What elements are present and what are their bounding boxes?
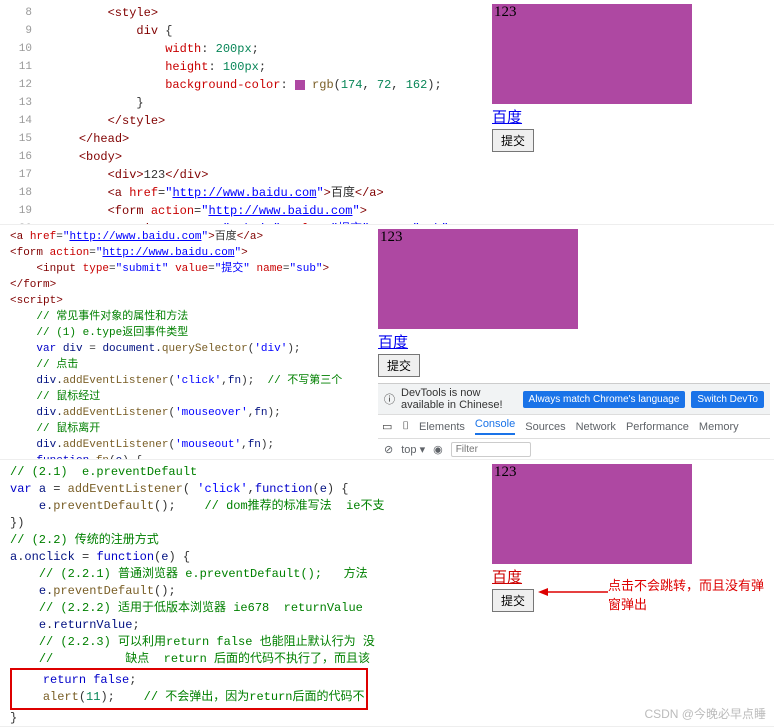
line-number: 14: [0, 112, 50, 130]
line-number: 12: [0, 76, 50, 94]
code-line[interactable]: e.returnValue;: [0, 617, 488, 634]
code-line[interactable]: }): [0, 515, 488, 532]
code-line[interactable]: // 缺点 return 后面的代码不执行了，而且该: [0, 651, 488, 668]
code-line[interactable]: 17 <div>123</div>: [0, 166, 488, 184]
baidu-link[interactable]: 百度: [492, 566, 522, 587]
code-line[interactable]: 12 background-color: rgb(174, 72, 162);: [0, 76, 488, 94]
submit-button[interactable]: 提交: [378, 354, 420, 377]
code-line[interactable]: <script>: [0, 293, 374, 309]
line-number: 9: [0, 22, 50, 40]
line-number: 11: [0, 58, 50, 76]
code-line[interactable]: // (2.2) 传统的注册方式: [0, 532, 488, 549]
code-line[interactable]: a.onclick = function(e) {: [0, 549, 488, 566]
submit-button[interactable]: 提交: [492, 129, 534, 152]
clear-icon[interactable]: ⊘: [384, 443, 393, 456]
code-line[interactable]: div.addEventListener('mouseout',fn);: [0, 437, 374, 453]
code-line[interactable]: // (1) e.type返回事件类型: [0, 325, 374, 341]
tab-network[interactable]: Network: [576, 421, 616, 433]
code-line[interactable]: <form action="http://www.baidu.com">: [0, 245, 374, 261]
baidu-link[interactable]: 百度: [378, 331, 408, 352]
tab-elements[interactable]: Elements: [419, 421, 465, 433]
code-line[interactable]: </form>: [0, 277, 374, 293]
code-line[interactable]: // (2.2.1) 普通浏览器 e.preventDefault(); 方法: [0, 566, 488, 583]
line-number: 19: [0, 202, 50, 220]
tab-sources[interactable]: Sources: [525, 421, 565, 433]
code-line[interactable]: // (2.2.3) 可以利用return false 也能阻止默认行为 没: [0, 634, 488, 651]
submit-button[interactable]: 提交: [492, 589, 534, 612]
colored-div: 123: [378, 229, 578, 329]
devtools-tabs: ▭ ⌷ Elements Console Sources Network Per…: [378, 415, 770, 439]
devtools-banner: ⓘ DevTools is now available in Chinese! …: [378, 384, 770, 415]
code-line[interactable]: // 点击: [0, 357, 374, 373]
watermark: CSDN @今晚必早点睡: [644, 705, 766, 722]
code-editor-1[interactable]: 8 <style>9 div {10 width: 200px;11 heigh…: [0, 0, 488, 224]
code-line[interactable]: var a = addEventListener( 'click',functi…: [0, 481, 488, 498]
line-number: 8: [0, 4, 50, 22]
inspect-icon[interactable]: ▭: [382, 420, 392, 433]
code-line[interactable]: 10 width: 200px;: [0, 40, 488, 58]
line-number: 13: [0, 94, 50, 112]
code-line[interactable]: }: [0, 710, 488, 726]
tab-memory[interactable]: Memory: [699, 421, 739, 433]
highlight-box: return false; alert(11); // 不会弹出，因为retur…: [10, 668, 368, 710]
colored-div: 123: [492, 464, 692, 564]
code-line[interactable]: 18 <a href="http://www.baidu.com">百度</a>: [0, 184, 488, 202]
code-line[interactable]: e.preventDefault();: [0, 583, 488, 600]
switch-devtools-button[interactable]: Switch DevTo: [691, 391, 764, 408]
code-line[interactable]: // 常见事件对象的属性和方法: [0, 309, 374, 325]
context-select[interactable]: top ▾: [401, 443, 425, 456]
browser-preview-3: 123 百度 提交 点击不会跳转，而且没有弹窗弹出: [488, 460, 774, 726]
code-line[interactable]: <a href="http://www.baidu.com">百度</a>: [0, 229, 374, 245]
code-line[interactable]: 16 <body>: [0, 148, 488, 166]
code-line[interactable]: return false;: [14, 672, 364, 689]
line-number: 15: [0, 130, 50, 148]
line-number: 10: [0, 40, 50, 58]
section-1: 8 <style>9 div {10 width: 200px;11 heigh…: [0, 0, 774, 225]
colored-div: 123: [492, 4, 692, 104]
code-line[interactable]: // 鼠标经过: [0, 389, 374, 405]
code-line[interactable]: 14 </style>: [0, 112, 488, 130]
code-line[interactable]: 20 <input type="submit" value="提交" name=…: [0, 220, 488, 224]
eye-icon[interactable]: ◉: [433, 443, 443, 456]
code-line[interactable]: function fn(e) {: [0, 453, 374, 459]
device-icon[interactable]: ⌷: [402, 420, 409, 433]
section-2: <a href="http://www.baidu.com">百度</a><fo…: [0, 225, 774, 460]
code-line[interactable]: // (2.1) e.preventDefault: [0, 464, 488, 481]
line-number: 18: [0, 184, 50, 202]
code-line[interactable]: 8 <style>: [0, 4, 488, 22]
info-icon: ⓘ: [384, 391, 395, 407]
browser-preview-1: 123 百度 提交: [488, 0, 774, 224]
code-line[interactable]: 11 height: 100px;: [0, 58, 488, 76]
code-line[interactable]: 13 }: [0, 94, 488, 112]
code-line[interactable]: 9 div {: [0, 22, 488, 40]
code-line[interactable]: // 鼠标离开: [0, 421, 374, 437]
tab-performance[interactable]: Performance: [626, 421, 689, 433]
code-line[interactable]: e.preventDefault(); // dom推荐的标准写法 ie不支: [0, 498, 488, 515]
match-lang-button[interactable]: Always match Chrome's language: [523, 391, 686, 408]
browser-preview-2: 123 百度 提交 ⓘ DevTools is now available in…: [374, 225, 774, 459]
tab-console[interactable]: Console: [475, 418, 515, 435]
annotation-text: 点击不会跳转，而且没有弹窗弹出: [608, 575, 768, 613]
code-line[interactable]: 19 <form action="http://www.baidu.com">: [0, 202, 488, 220]
line-number: 16: [0, 148, 50, 166]
code-line[interactable]: <input type="submit" value="提交" name="su…: [0, 261, 374, 277]
code-line[interactable]: var div = document.querySelector('div');: [0, 341, 374, 357]
code-line[interactable]: 15 </head>: [0, 130, 488, 148]
filter-input[interactable]: [451, 442, 531, 457]
annotation-arrow: [538, 582, 608, 606]
console-filter-bar: ⊘ top ▾ ◉: [378, 439, 770, 461]
code-editor-2[interactable]: <a href="http://www.baidu.com">百度</a><fo…: [0, 225, 374, 459]
code-line[interactable]: div.addEventListener('mouseover',fn);: [0, 405, 374, 421]
code-line[interactable]: // (2.2.2) 适用于低版本浏览器 ie678 returnValue: [0, 600, 488, 617]
baidu-link[interactable]: 百度: [492, 106, 522, 127]
section-3: // (2.1) e.preventDefaultvar a = addEven…: [0, 460, 774, 727]
code-line[interactable]: alert(11); // 不会弹出，因为return后面的代码不: [14, 689, 364, 706]
line-number: 20: [0, 220, 50, 224]
banner-text: DevTools is now available in Chinese!: [401, 387, 517, 411]
code-editor-3[interactable]: // (2.1) e.preventDefaultvar a = addEven…: [0, 460, 488, 726]
code-line[interactable]: div.addEventListener('click',fn); // 不写第…: [0, 373, 374, 389]
line-number: 17: [0, 166, 50, 184]
